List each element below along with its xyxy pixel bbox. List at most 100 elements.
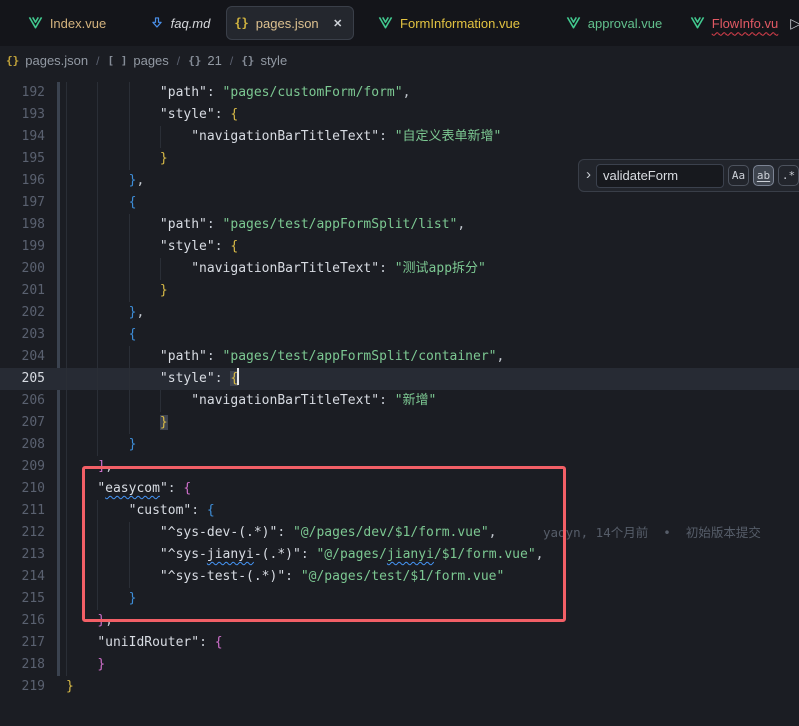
tab-label: approval.vue [588, 16, 662, 31]
line-number[interactable]: 192 [0, 82, 45, 104]
code-line[interactable]: 203 { [0, 324, 799, 346]
tab-pages-json[interactable]: {}pages.json✕ [226, 6, 354, 40]
code-line[interactable]: 199 "style": { [0, 236, 799, 258]
code-line[interactable]: 214 "^sys-test-(.*)": "@/pages/test/$1/f… [0, 566, 799, 588]
code-token: "path" [160, 349, 207, 364]
code-token: : [277, 525, 293, 540]
line-number[interactable]: 219 [0, 676, 45, 698]
code-line[interactable]: 206 "navigationBarTitleText": "新增" [0, 390, 799, 412]
tab-overflow-chevron-icon[interactable]: ▷ [786, 0, 799, 46]
line-number[interactable]: 208 [0, 434, 45, 456]
code-line[interactable]: 198 "path": "pages/test/appFormSplit/lis… [0, 214, 799, 236]
breadcrumb-item-pages[interactable]: [ ]pages [107, 53, 168, 68]
tab-flowinfo-vu[interactable]: FlowInfo.vu [684, 0, 784, 46]
breadcrumb-item-21[interactable]: {}21 [188, 53, 222, 68]
code-text: "style": { [66, 104, 238, 126]
code-token: { [129, 195, 137, 210]
line-number[interactable]: 196 [0, 170, 45, 192]
find-input[interactable] [596, 164, 724, 188]
code-line[interactable]: 208 } [0, 434, 799, 456]
code-line[interactable]: 192 "path": "pages/customForm/form", [0, 82, 799, 104]
code-line[interactable]: 212 "^sys-dev-(.*)": "@/pages/dev/$1/for… [0, 522, 799, 544]
code-token: "style" [160, 107, 215, 122]
tab-forminformation-vue[interactable]: FormInformation.vue [354, 0, 544, 46]
line-number[interactable]: 207 [0, 412, 45, 434]
code-line[interactable]: 216 }, [0, 610, 799, 632]
line-number[interactable]: 199 [0, 236, 45, 258]
code-line[interactable]: 200 "navigationBarTitleText": "测试app拆分" [0, 258, 799, 280]
code-line[interactable]: 201 } [0, 280, 799, 302]
line-number[interactable]: 206 [0, 390, 45, 412]
breadcrumb: {}pages.json/[ ]pages/{}21/{}style [0, 46, 799, 75]
code-line[interactable]: 213 "^sys-jianyi-(.*)": "@/pages/jianyi/… [0, 544, 799, 566]
json-icon: {} [234, 16, 248, 30]
code-token: jianyi [207, 547, 254, 562]
editor[interactable]: 192 "path": "pages/customForm/form",193 … [0, 75, 799, 726]
code-line[interactable]: 217 "uniIdRouter": { [0, 632, 799, 654]
line-number[interactable]: 194 [0, 126, 45, 148]
line-number[interactable]: 215 [0, 588, 45, 610]
line-number[interactable]: 204 [0, 346, 45, 368]
code-line[interactable]: 207 } [0, 412, 799, 434]
match-case-button[interactable]: Aa [728, 165, 749, 186]
code-line[interactable]: 193 "style": { [0, 104, 799, 126]
code-token: "navigationBarTitleText" [191, 129, 379, 144]
code-token: , [136, 305, 144, 320]
line-number[interactable]: 198 [0, 214, 45, 236]
line-number[interactable]: 200 [0, 258, 45, 280]
line-number[interactable]: 203 [0, 324, 45, 346]
code-line[interactable]: 211 "custom": { [0, 500, 799, 522]
whole-word-button[interactable]: ab [753, 165, 774, 186]
code-text: "path": "pages/test/appFormSplit/list", [66, 214, 465, 236]
line-number[interactable]: 216 [0, 610, 45, 632]
close-icon[interactable]: ✕ [330, 15, 346, 31]
breadcrumb-item-style[interactable]: {}style [241, 53, 287, 68]
vue-icon [378, 16, 393, 30]
tab-approval-vue[interactable]: approval.vue [544, 0, 684, 46]
code-token: , [496, 349, 504, 364]
code-text: "style": { [66, 368, 239, 390]
line-number[interactable]: 193 [0, 104, 45, 126]
line-number[interactable]: 212 [0, 522, 45, 544]
code-line[interactable]: 210 "easycom": { [0, 478, 799, 500]
line-number[interactable]: 202 [0, 302, 45, 324]
line-number[interactable]: 205 [0, 368, 45, 390]
line-number[interactable]: 210 [0, 478, 45, 500]
code-token: easycom [105, 481, 160, 496]
line-number[interactable]: 217 [0, 632, 45, 654]
tab-faq-md[interactable]: faq.md [134, 0, 226, 46]
line-number[interactable]: 211 [0, 500, 45, 522]
tab-label: faq.md [171, 16, 211, 31]
code-line[interactable]: 202 }, [0, 302, 799, 324]
code-line[interactable]: 219} [0, 676, 799, 698]
code-line[interactable]: 209 ], [0, 456, 799, 478]
line-number[interactable]: 197 [0, 192, 45, 214]
code-line[interactable]: 204 "path": "pages/test/appFormSplit/con… [0, 346, 799, 368]
git-blame-annotation: yaoyn, 14个月前 • 初始版本提交 [543, 522, 761, 544]
line-number[interactable]: 213 [0, 544, 45, 566]
code-line[interactable]: 215 } [0, 588, 799, 610]
line-number[interactable]: 201 [0, 280, 45, 302]
line-number[interactable]: 218 [0, 654, 45, 676]
find-expand-chevron-icon[interactable]: › [579, 166, 596, 185]
json-file-icon: {} [6, 54, 19, 67]
code-token: : [379, 393, 395, 408]
code-line[interactable]: 194 "navigationBarTitleText": "自定义表单新增" [0, 126, 799, 148]
code-token: , [457, 217, 465, 232]
code-line[interactable]: 205 "style": { [0, 368, 799, 390]
code-token: "^sys-dev-(.*)" [160, 525, 277, 540]
regex-button[interactable]: .* [778, 165, 799, 186]
code-token: "@/pages/dev/$1/form.vue" [293, 525, 489, 540]
code-line[interactable]: 218 } [0, 654, 799, 676]
line-number[interactable]: 209 [0, 456, 45, 478]
line-number[interactable]: 214 [0, 566, 45, 588]
breadcrumb-item-pages-json[interactable]: {}pages.json [6, 53, 88, 68]
code-text: } [66, 588, 136, 610]
code-text: { [66, 324, 136, 346]
breadcrumb-label: 21 [207, 53, 221, 68]
code-line[interactable]: 197 { [0, 192, 799, 214]
code-text: } [66, 434, 136, 456]
code-token: : [199, 635, 215, 650]
line-number[interactable]: 195 [0, 148, 45, 170]
tab-index-vue[interactable]: Index.vue [0, 0, 134, 46]
